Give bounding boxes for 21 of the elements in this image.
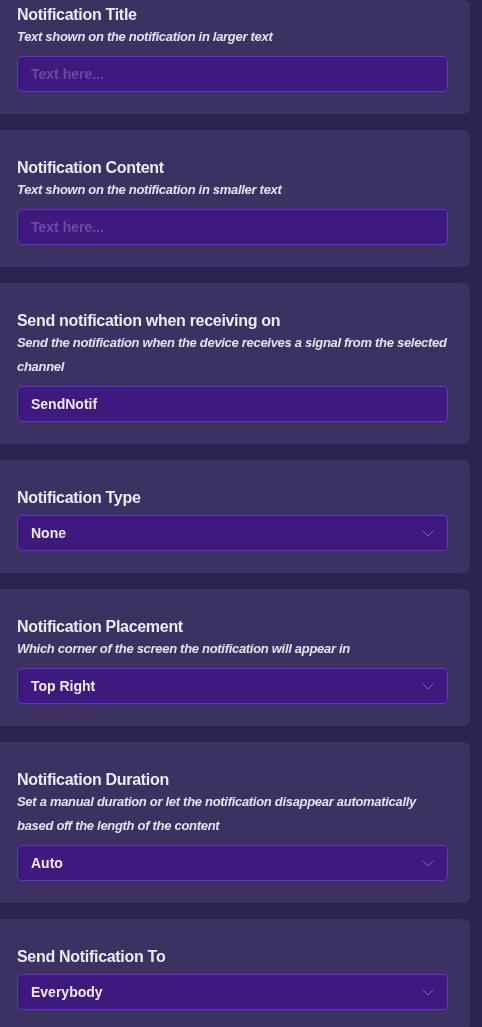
setting-description: Which corner of the screen the notification will appear in <box>17 640 351 658</box>
chevron-down-icon <box>422 682 434 690</box>
setting-title: Notification Type <box>17 488 142 508</box>
setting-title: Notification Duration <box>17 770 170 790</box>
setting-description: Set a manual duration or let the notification disappear automatically based off the length of the content <box>17 793 418 835</box>
dropdown-select[interactable]: Auto <box>17 845 448 881</box>
chevron-down-icon <box>422 859 434 867</box>
text-input-field[interactable]: SendNotif <box>17 386 448 422</box>
setting-description: Text shown on the notification in smaller text <box>17 181 284 199</box>
setting-description: Text shown on the notification in larger text <box>17 28 275 46</box>
setting-description: Send the notification when the device receives a signal from the selected channel <box>17 334 448 376</box>
setting-title: Send notification when receiving on <box>17 311 282 331</box>
chevron-down-icon <box>422 529 434 537</box>
setting-title: Notification Content <box>17 158 165 178</box>
setting-title: Send Notification To <box>17 947 167 967</box>
dropdown-select[interactable]: Everybody <box>17 974 448 1010</box>
dropdown-select[interactable]: Top Right <box>17 668 448 704</box>
setting-title: Notification Title <box>17 5 138 25</box>
setting-title: Notification Placement <box>17 617 184 637</box>
chevron-down-icon <box>422 988 434 996</box>
dropdown-select[interactable]: None <box>17 515 448 551</box>
